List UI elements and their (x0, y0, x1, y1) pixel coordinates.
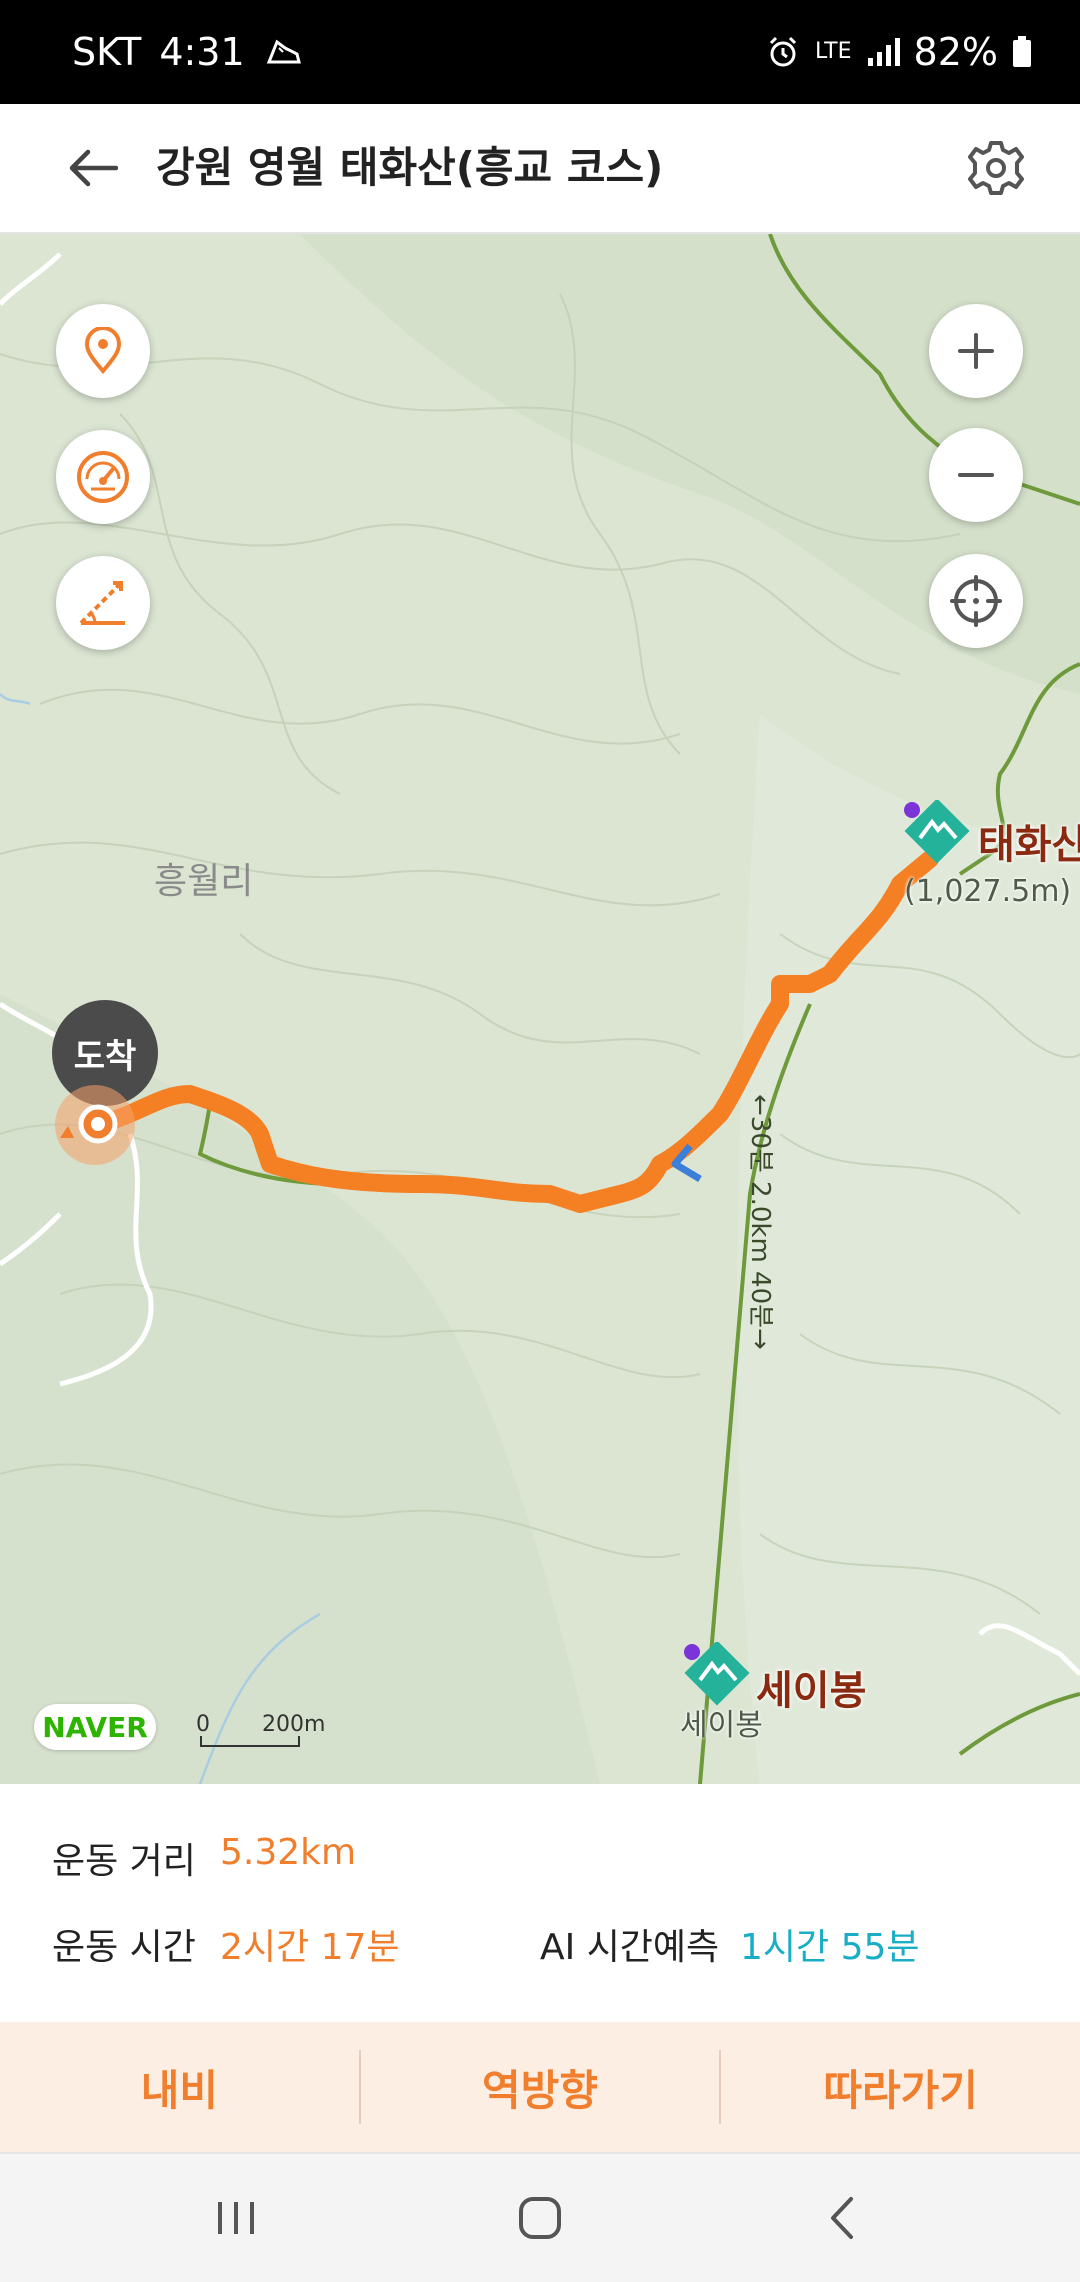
home-button[interactable] (490, 2178, 590, 2258)
carrier-text: SKT (72, 30, 142, 74)
map-view[interactable]: ←30분 2.0km 40분→ 흥월리 태화산 (1,027.5m) 세이봉 세… (0, 234, 1080, 1784)
time-value: 2시간 17분 (220, 1927, 400, 1968)
alarm-icon (765, 34, 801, 70)
back-button[interactable] (52, 128, 132, 208)
slope-button[interactable] (56, 556, 150, 650)
zoom-in-button[interactable] (929, 304, 1023, 398)
workout-info-panel: 운동 거리 5.32km 운동 시간 2시간 17분 AI 시간예측 1시간 5… (0, 1784, 1080, 2022)
scale-start-label: 0 (196, 1712, 210, 1737)
scale-end-label: 200m (262, 1712, 326, 1737)
arrow-left-icon (69, 149, 118, 187)
settings-button[interactable] (956, 128, 1036, 208)
map-terrain: ←30분 2.0km 40분→ (0, 234, 1080, 1784)
distance-value: 5.32km (220, 1832, 357, 1873)
location-pin-button[interactable] (56, 304, 150, 398)
speedometer-button[interactable] (56, 430, 150, 524)
mountain-peak-icon (904, 800, 970, 864)
network-text: LTE (814, 39, 852, 64)
peak-name-taehwasan: 태화산 (978, 822, 1080, 868)
status-bar: SKT 4:31 LTE 82% (0, 0, 1080, 104)
back-icon (831, 2197, 853, 2239)
signal-icon (866, 36, 900, 68)
system-back-button[interactable] (792, 2178, 892, 2258)
zoom-out-icon (958, 473, 994, 477)
location-pin-icon (84, 327, 122, 375)
map-scale-bar: 0 200m (196, 1712, 325, 1750)
sneaker-icon (263, 34, 303, 70)
time-label: 운동 시간 (52, 1927, 196, 1968)
peak-elevation-taehwasan: (1,027.5m) (904, 874, 1072, 909)
reverse-direction-button[interactable]: 역방향 (361, 2022, 720, 2152)
ai-estimate-value: 1시간 55분 (740, 1927, 920, 1968)
peak-name-seibong: 세이봉 (756, 1668, 867, 1714)
gear-icon (968, 141, 1024, 195)
recent-apps-icon (218, 2202, 254, 2234)
naver-logo: NAVER (34, 1704, 156, 1750)
battery-icon (1012, 36, 1032, 68)
village-label: 흥월리 (154, 861, 254, 902)
trail-distance-label: ←30분 2.0km 40분→ (745, 1094, 775, 1350)
speedometer-icon (77, 451, 129, 503)
ai-estimate-label: AI 시간예측 (540, 1927, 720, 1968)
follow-route-button[interactable]: 따라가기 (721, 2022, 1080, 2152)
action-bar: 내비 역방향 따라가기 (0, 2022, 1080, 2152)
slope-icon (79, 581, 125, 625)
mountain-peak-icon (684, 1642, 750, 1706)
lte-icon: LTE (815, 41, 852, 63)
recent-apps-button[interactable] (186, 2178, 286, 2258)
home-icon (519, 2197, 561, 2239)
battery-text: 82% (913, 30, 998, 74)
navigate-button[interactable]: 내비 (0, 2022, 359, 2152)
page-title: 강원 영월 태화산(흥교 코스) (156, 143, 664, 192)
zoom-out-button[interactable] (929, 428, 1023, 522)
distance-label: 운동 거리 (52, 1841, 196, 1882)
app-header: 강원 영월 태화산(흥교 코스) (0, 104, 1080, 234)
zoom-in-icon (958, 333, 994, 369)
peak-sublabel-seibong: 세이봉 (680, 1708, 763, 1743)
system-nav-bar (0, 2152, 1080, 2282)
recenter-button[interactable] (929, 554, 1023, 648)
current-location-marker (55, 1085, 135, 1165)
crosshair-icon (950, 575, 1002, 627)
clock-text: 4:31 (159, 30, 245, 74)
